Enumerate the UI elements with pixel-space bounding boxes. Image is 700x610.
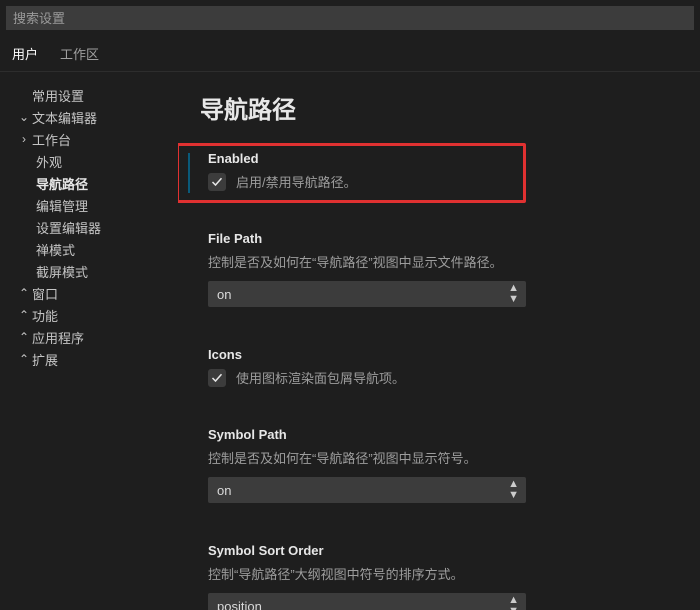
select-file-path[interactable]: on ▲▼ bbox=[208, 281, 526, 307]
checkbox-icons[interactable] bbox=[208, 369, 226, 387]
select-caret-icon: ▲▼ bbox=[508, 479, 519, 501]
chevron-up-icon: ⌃ bbox=[16, 352, 32, 366]
sidebar-item-breadcrumbs[interactable]: 导航路径 bbox=[0, 172, 178, 194]
settings-search-wrap bbox=[0, 0, 700, 30]
sidebar-item-texteditor[interactable]: ⌄ 文本编辑器 bbox=[0, 106, 178, 128]
sidebar-item-extensions[interactable]: ⌃ 扩展 bbox=[0, 348, 178, 370]
sidebar-item-settings-editor[interactable]: 设置编辑器 bbox=[0, 216, 178, 238]
check-icon bbox=[211, 372, 223, 384]
checkbox-enabled[interactable] bbox=[208, 173, 226, 191]
select-value: position bbox=[217, 599, 262, 610]
setting-description: 控制是否及如何在“导航路径”视图中显示文件路径。 bbox=[208, 252, 664, 271]
sidebar-item-appearance[interactable]: 外观 bbox=[0, 150, 178, 172]
setting-enabled: Enabled 启用/禁用导航路径。 bbox=[200, 143, 672, 201]
sidebar-item-label: 功能 bbox=[32, 306, 58, 325]
setting-description: 控制是否及如何在“导航路径”视图中显示符号。 bbox=[208, 448, 664, 467]
setting-file-path: File Path 控制是否及如何在“导航路径”视图中显示文件路径。 on ▲▼ bbox=[200, 223, 672, 317]
sidebar-item-label: 窗口 bbox=[32, 284, 58, 303]
select-symbol-path[interactable]: on ▲▼ bbox=[208, 477, 526, 503]
chevron-up-icon: ⌃ bbox=[16, 308, 32, 322]
sidebar-item-label: 截屏模式 bbox=[36, 262, 88, 281]
chevron-up-icon: ⌃ bbox=[16, 330, 32, 344]
sidebar-item-zen-mode[interactable]: 禅模式 bbox=[0, 238, 178, 260]
sidebar-item-window[interactable]: ⌃ 窗口 bbox=[0, 282, 178, 304]
sidebar-item-workbench[interactable]: › 工作台 bbox=[0, 128, 178, 150]
sidebar-item-label: 编辑管理 bbox=[36, 196, 88, 215]
setting-icons: Icons 使用图标渲染面包屑导航项。 bbox=[200, 339, 672, 397]
setting-description: 控制“导航路径”大纲视图中符号的排序方式。 bbox=[208, 564, 664, 583]
setting-description: 使用图标渲染面包屑导航项。 bbox=[236, 368, 405, 387]
setting-control-row: 启用/禁用导航路径。 bbox=[208, 172, 664, 191]
sidebar-item-label: 常用设置 bbox=[32, 86, 84, 105]
select-caret-icon: ▲▼ bbox=[508, 283, 519, 305]
select-symbol-sort[interactable]: position ▲▼ bbox=[208, 593, 526, 610]
check-icon bbox=[211, 176, 223, 188]
setting-title: File Path bbox=[208, 231, 664, 246]
setting-description: 启用/禁用导航路径。 bbox=[236, 172, 357, 191]
settings-scope-tabs: 用户 工作区 bbox=[0, 30, 700, 72]
setting-title: Enabled bbox=[208, 151, 664, 166]
select-value: on bbox=[217, 483, 231, 498]
setting-title: Symbol Path bbox=[208, 427, 664, 442]
page-title: 导航路径 bbox=[200, 90, 672, 125]
settings-tree: 常用设置 ⌄ 文本编辑器 › 工作台 外观 导航路径 编辑管理 设置编辑器 禅模… bbox=[0, 72, 178, 610]
chevron-down-icon: ⌄ bbox=[16, 110, 32, 124]
sidebar-item-features[interactable]: ⌃ 功能 bbox=[0, 304, 178, 326]
settings-body: 常用设置 ⌄ 文本编辑器 › 工作台 外观 导航路径 编辑管理 设置编辑器 禅模… bbox=[0, 72, 700, 610]
chevron-right-icon: › bbox=[16, 132, 32, 146]
tab-workspace[interactable]: 工作区 bbox=[60, 40, 99, 72]
setting-title: Symbol Sort Order bbox=[208, 543, 664, 558]
sidebar-item-label: 设置编辑器 bbox=[36, 218, 101, 237]
sidebar-item-label: 外观 bbox=[36, 152, 62, 171]
sidebar-item-label: 禅模式 bbox=[36, 240, 75, 259]
modified-indicator bbox=[188, 153, 190, 193]
setting-title: Icons bbox=[208, 347, 664, 362]
tabs-underline bbox=[0, 71, 700, 72]
setting-symbol-sort: Symbol Sort Order 控制“导航路径”大纲视图中符号的排序方式。 … bbox=[200, 535, 672, 610]
sidebar-item-label: 扩展 bbox=[32, 350, 58, 369]
settings-search-input[interactable] bbox=[6, 6, 694, 30]
setting-control-row: 使用图标渲染面包屑导航项。 bbox=[208, 368, 664, 387]
select-caret-icon: ▲▼ bbox=[508, 595, 519, 610]
sidebar-item-screencast-mode[interactable]: 截屏模式 bbox=[0, 260, 178, 282]
sidebar-item-editor-management[interactable]: 编辑管理 bbox=[0, 194, 178, 216]
sidebar-item-label: 应用程序 bbox=[32, 328, 84, 347]
select-value: on bbox=[217, 287, 231, 302]
setting-symbol-path: Symbol Path 控制是否及如何在“导航路径”视图中显示符号。 on ▲▼ bbox=[200, 419, 672, 513]
sidebar-item-label: 导航路径 bbox=[36, 174, 88, 193]
chevron-up-icon: ⌃ bbox=[16, 286, 32, 300]
sidebar-item-application[interactable]: ⌃ 应用程序 bbox=[0, 326, 178, 348]
tab-user[interactable]: 用户 bbox=[12, 40, 38, 72]
sidebar-item-common[interactable]: 常用设置 bbox=[0, 84, 178, 106]
settings-content[interactable]: 导航路径 Enabled 启用/禁用导航路径。 File Path 控制是否及如… bbox=[178, 72, 700, 610]
sidebar-item-label: 文本编辑器 bbox=[32, 108, 97, 127]
sidebar-item-label: 工作台 bbox=[32, 130, 71, 149]
